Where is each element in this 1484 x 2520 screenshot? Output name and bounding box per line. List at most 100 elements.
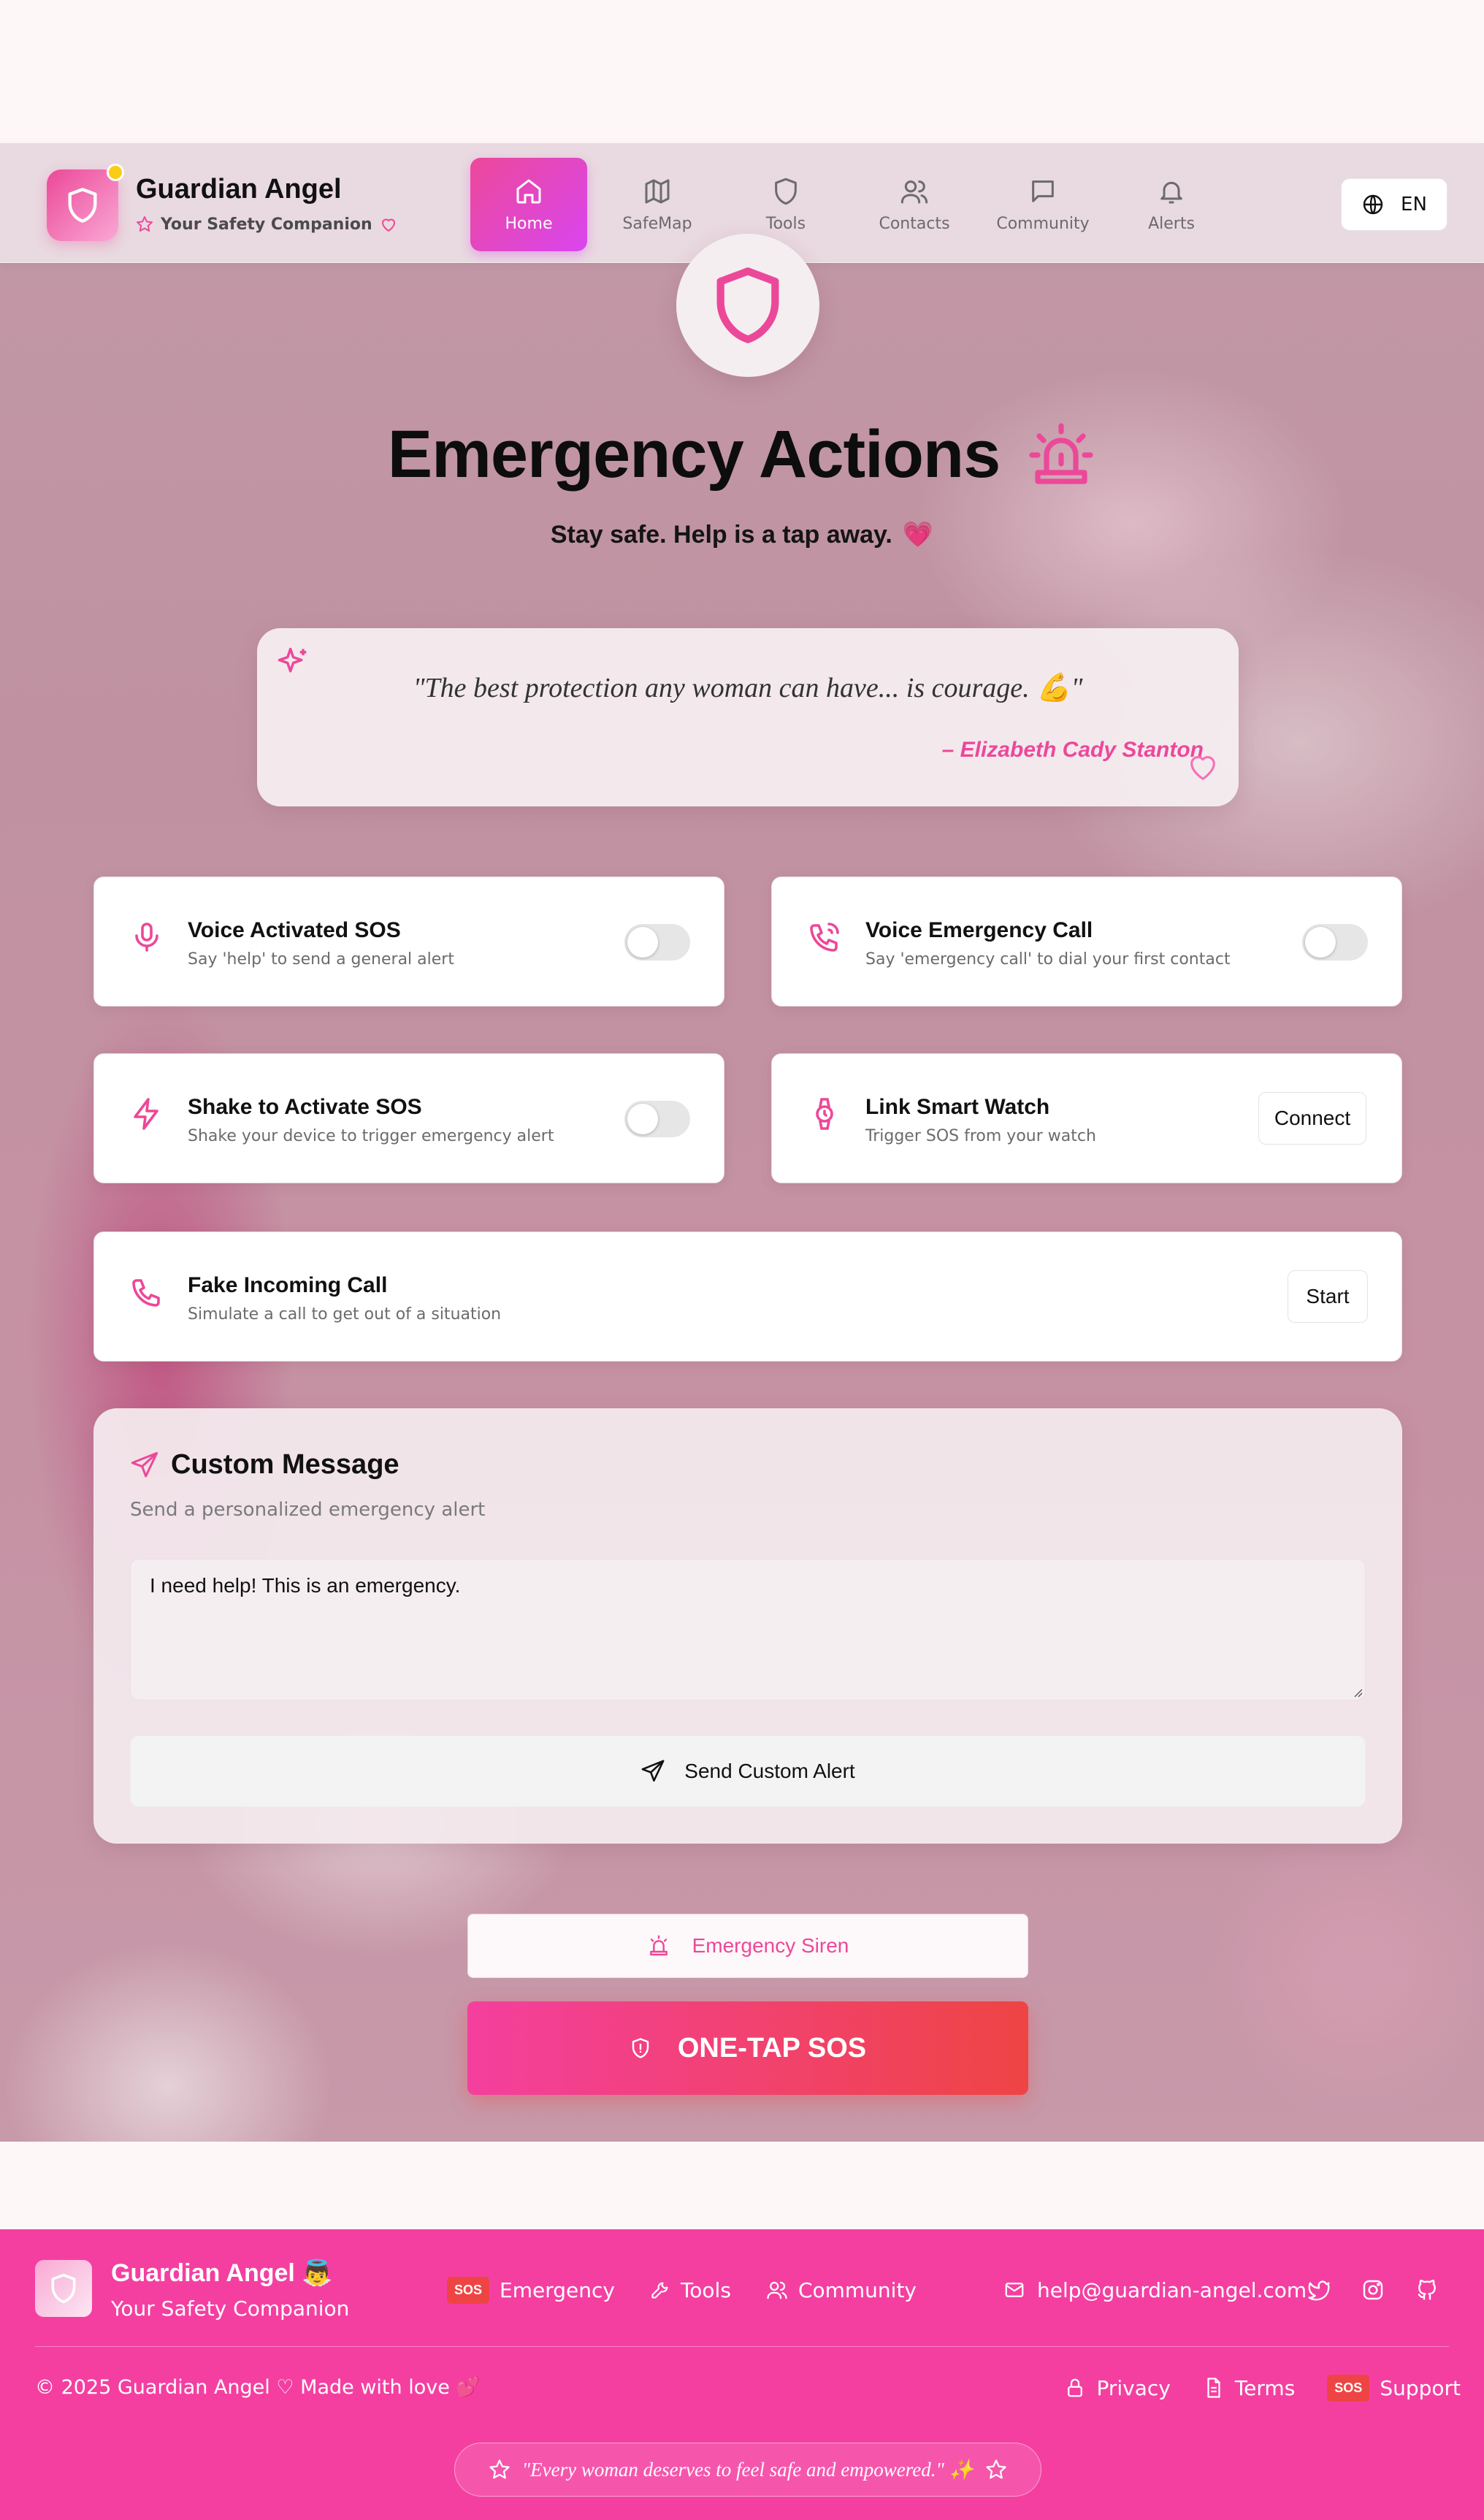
voice-call-toggle[interactable] bbox=[1302, 924, 1368, 961]
footer-logo[interactable] bbox=[35, 2260, 92, 2317]
card-title: Shake to Activate SOS bbox=[188, 1095, 422, 1119]
sos-label: ONE-TAP SOS bbox=[677, 2032, 867, 2063]
footer-tagline: "Every woman deserves to feel safe and e… bbox=[521, 2459, 974, 2481]
card-title: Fake Incoming Call bbox=[188, 1273, 388, 1297]
card-subtitle: Simulate a call to get out of a situatio… bbox=[188, 1305, 502, 1324]
page-subtitle-row: Stay safe. Help is a tap away. 💗 bbox=[0, 520, 1484, 549]
footer-link-label: Emergency bbox=[500, 2277, 615, 2302]
lock-icon bbox=[1068, 2378, 1083, 2397]
nav-safemap[interactable]: SafeMap bbox=[599, 158, 716, 251]
globe-icon bbox=[1363, 194, 1383, 215]
nav-community[interactable]: Community bbox=[984, 158, 1101, 251]
card-subtitle: Say 'help' to send a general alert bbox=[188, 950, 454, 969]
footer-link-label: Community bbox=[798, 2277, 917, 2302]
card-subtitle: Trigger SOS from your watch bbox=[865, 1127, 1096, 1145]
brand-subtitle-row: Your Safety Companion bbox=[136, 213, 397, 235]
star-icon bbox=[489, 2459, 510, 2479]
footer-brand-title: Guardian Angel 👼 bbox=[111, 2259, 333, 2287]
app-logo[interactable] bbox=[47, 169, 118, 241]
voice-sos-toggle[interactable] bbox=[624, 924, 690, 961]
send-icon bbox=[131, 1451, 158, 1477]
microphone-icon bbox=[135, 923, 158, 952]
terms-link[interactable]: Terms bbox=[1203, 2376, 1295, 2400]
footer-tagline-pill: "Every woman deserves to feel safe and e… bbox=[454, 2443, 1041, 2497]
nav-contacts[interactable]: Contacts bbox=[856, 158, 973, 251]
users-icon bbox=[900, 180, 928, 203]
custom-message-title: Custom Message bbox=[171, 1449, 399, 1480]
fake-call-card: Fake Incoming Call Simulate a call to ge… bbox=[93, 1232, 1402, 1362]
custom-message-subtitle: Send a personalized emergency alert bbox=[130, 1499, 486, 1521]
footer-link-tools[interactable]: Tools bbox=[650, 2278, 731, 2302]
footer-email[interactable]: help@guardian-angel.com bbox=[1003, 2272, 1307, 2308]
sos-badge: SOS bbox=[447, 2276, 490, 2304]
custom-message-card: Custom Message Send a personalized emerg… bbox=[93, 1408, 1402, 1844]
nav-label: Contacts bbox=[879, 214, 950, 233]
custom-message-input[interactable]: I need help! This is an emergency. bbox=[130, 1559, 1366, 1700]
bell-icon bbox=[1160, 181, 1182, 203]
footer-links: SOS Emergency Tools Community bbox=[447, 2272, 917, 2308]
instagram-icon[interactable] bbox=[1361, 2278, 1385, 2302]
card-title: Voice Emergency Call bbox=[865, 918, 1093, 942]
connect-watch-button[interactable]: Connect bbox=[1258, 1092, 1366, 1145]
card-title: Link Smart Watch bbox=[865, 1095, 1050, 1119]
legal-link-label: Terms bbox=[1234, 2375, 1296, 2400]
heart-icon bbox=[381, 218, 395, 232]
footer-email-text: help@guardian-angel.com bbox=[1037, 2277, 1307, 2302]
siren-icon bbox=[649, 1935, 668, 1956]
one-tap-sos-button[interactable]: ONE-TAP SOS bbox=[467, 2001, 1028, 2095]
nav-home[interactable]: Home bbox=[470, 158, 587, 251]
social-links bbox=[1307, 2272, 1439, 2308]
card-subtitle: Say 'emergency call' to dial your first … bbox=[865, 950, 1231, 969]
footer-link-community[interactable]: Community bbox=[766, 2278, 917, 2302]
siren-label: Emergency Siren bbox=[692, 1934, 849, 1957]
nav-label: Community bbox=[996, 214, 1090, 233]
legal-link-label: Privacy bbox=[1096, 2375, 1171, 2400]
smart-watch-card: Link Smart Watch Trigger SOS from your w… bbox=[771, 1053, 1402, 1183]
start-fake-call-button[interactable]: Start bbox=[1288, 1270, 1368, 1323]
phone-call-icon bbox=[810, 923, 839, 952]
copyright-text: © 2025 Guardian Angel ♡ Made with love 💕 bbox=[35, 2376, 481, 2399]
shield-icon bbox=[775, 177, 797, 205]
quote-text: "The best protection any woman can have.… bbox=[413, 673, 1083, 703]
shield-alert-icon bbox=[632, 2038, 649, 2058]
shield-icon bbox=[51, 2273, 76, 2304]
footer-link-emergency[interactable]: SOS Emergency bbox=[447, 2276, 615, 2304]
language-selector[interactable]: EN bbox=[1341, 178, 1447, 231]
users-icon bbox=[767, 2281, 787, 2299]
github-icon[interactable] bbox=[1415, 2278, 1439, 2302]
home-icon bbox=[516, 179, 541, 203]
document-icon bbox=[1207, 2378, 1220, 2398]
shield-icon bbox=[716, 267, 779, 343]
voice-call-card: Voice Emergency Call Say 'emergency call… bbox=[771, 877, 1402, 1007]
privacy-link[interactable]: Privacy bbox=[1064, 2375, 1171, 2400]
nav-alerts[interactable]: Alerts bbox=[1113, 158, 1230, 251]
language-label: EN bbox=[1401, 194, 1427, 215]
page-title: Emergency Actions bbox=[387, 417, 1001, 492]
star-icon bbox=[137, 216, 153, 232]
brand-subtitle: Your Safety Companion bbox=[161, 215, 372, 234]
twitter-icon[interactable] bbox=[1307, 2278, 1331, 2302]
nav-label: Home bbox=[505, 214, 553, 233]
card-title: Voice Activated SOS bbox=[188, 918, 401, 942]
hero-shield-badge bbox=[676, 234, 819, 377]
emergency-siren-button[interactable]: Emergency Siren bbox=[467, 1914, 1028, 1978]
legal-links: Privacy Terms SOS Support bbox=[1064, 2370, 1461, 2406]
support-link[interactable]: SOS Support bbox=[1327, 2374, 1461, 2402]
wrench-icon bbox=[651, 2282, 668, 2299]
shake-sos-card: Shake to Activate SOS Shake your device … bbox=[93, 1053, 724, 1183]
siren-icon bbox=[1029, 422, 1093, 484]
shield-icon bbox=[68, 188, 97, 223]
chat-icon bbox=[1032, 180, 1054, 202]
shake-sos-toggle[interactable] bbox=[624, 1101, 690, 1137]
footer-brand-subtitle: Your Safety Companion bbox=[111, 2296, 350, 2321]
phone-icon bbox=[132, 1279, 160, 1307]
send-custom-alert-button[interactable]: Send Custom Alert bbox=[130, 1736, 1366, 1807]
sos-badge: SOS bbox=[1327, 2374, 1370, 2402]
page-title-row: Emergency Actions bbox=[0, 416, 1484, 493]
lightning-icon bbox=[134, 1098, 158, 1130]
nav-label: Alerts bbox=[1148, 214, 1195, 233]
send-button-label: Send Custom Alert bbox=[684, 1760, 855, 1782]
main-nav: Home SafeMap Tools Contacts Community Al… bbox=[470, 158, 1230, 251]
resize-grip-icon[interactable] bbox=[1351, 1686, 1363, 1698]
site-footer: Guardian Angel 👼 Your Safety Companion S… bbox=[0, 2229, 1484, 2520]
